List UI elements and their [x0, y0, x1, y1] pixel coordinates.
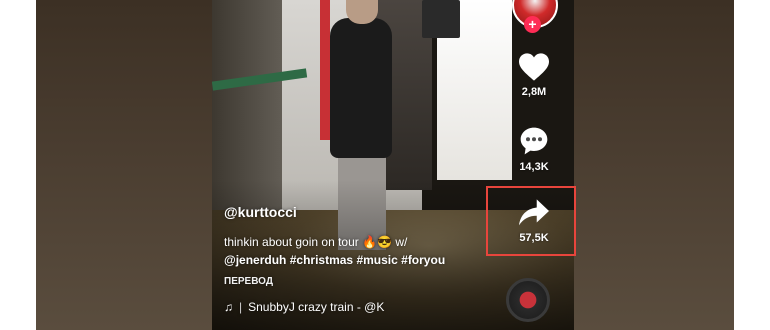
like-count: 2,8M	[521, 86, 547, 98]
heart-icon	[519, 53, 549, 81]
divider: |	[239, 300, 243, 314]
caption-mention[interactable]: @jenerduh	[224, 253, 286, 267]
music-disc[interactable]	[506, 278, 550, 322]
translate-link[interactable]: ПЕРЕВОД	[224, 276, 494, 287]
music-note-icon: ♫	[224, 300, 233, 314]
hashtag-link[interactable]: #christmas	[290, 253, 353, 267]
comment-icon	[520, 127, 548, 155]
comment-button[interactable]: 14,3K	[508, 125, 560, 173]
video-player[interactable]: + 2,8M 14,3K 57,5K @kurttocci thinkin ab…	[212, 0, 574, 330]
music-title: SnubbyJ crazy train - @K	[248, 300, 385, 314]
comment-count: 14,3K	[519, 161, 549, 173]
hashtag-link[interactable]: #music	[356, 253, 397, 267]
post-username[interactable]: @kurttocci	[224, 204, 494, 220]
hashtag-link[interactable]: #foryou	[401, 253, 445, 267]
follow-plus-icon[interactable]: +	[524, 16, 541, 33]
share-highlight-box	[486, 186, 576, 256]
post-caption: thinkin about goin on tour 🔥😎 w/ @jenerd…	[224, 233, 494, 269]
backdrop-left	[36, 0, 212, 330]
backdrop-right	[574, 0, 734, 330]
like-button[interactable]: 2,8M	[508, 52, 560, 98]
caption-text: thinkin about goin on tour 🔥😎 w/	[224, 235, 408, 249]
music-ticker[interactable]: ♫ | SnubbyJ crazy train - @K	[224, 300, 494, 314]
